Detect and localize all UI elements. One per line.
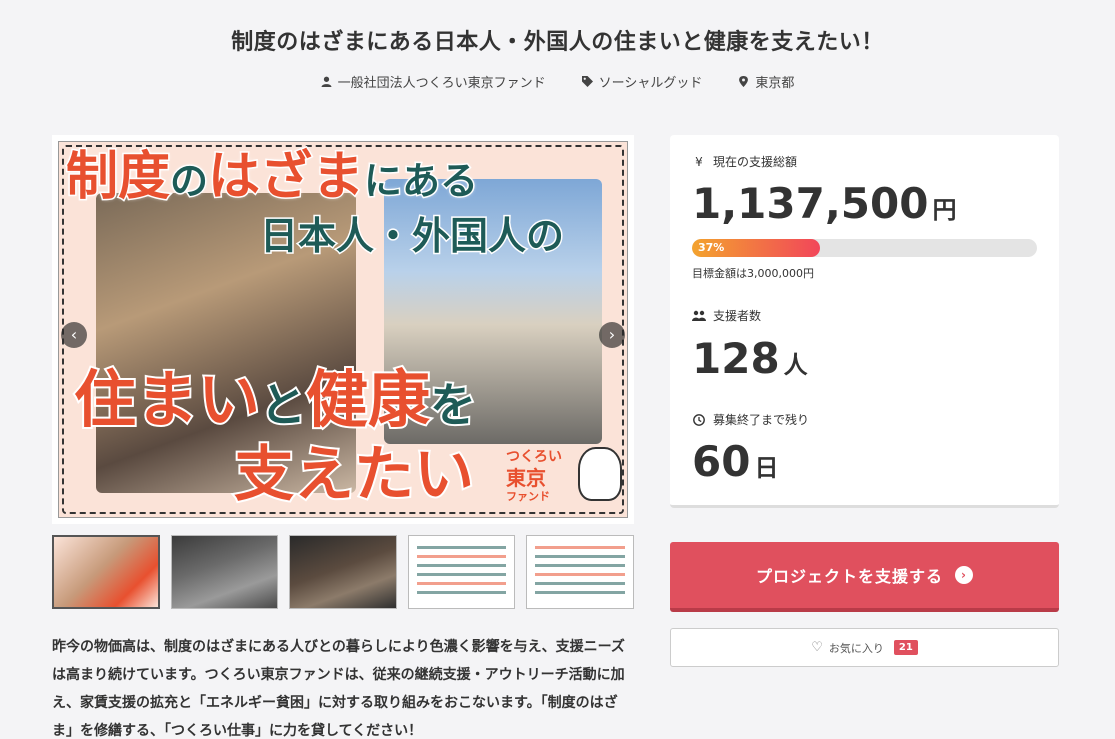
carousel-prev-button[interactable]: ‹ — [61, 322, 87, 348]
clock-icon — [693, 413, 705, 426]
funding-progress-fill: 37% — [692, 239, 820, 257]
project-description: 昨今の物価高は、制度のはざまにある人びとの暮らしにより色濃く影響を与え、支援ニー… — [52, 639, 625, 739]
cat-mascot-icon — [578, 447, 622, 501]
chevron-right-icon: › — [608, 325, 616, 344]
heart-icon: ♡ — [811, 640, 823, 655]
tag-icon — [581, 76, 593, 87]
carousel-next-button[interactable]: › — [599, 322, 625, 348]
organization-link[interactable]: 一般社団法人つくろい東京ファンド — [338, 72, 546, 91]
favorite-button[interactable]: ♡ お気に入り 21 — [670, 628, 1059, 667]
users-icon — [692, 310, 706, 321]
map-pin-icon — [739, 76, 749, 87]
yen-icon: ¥ — [695, 154, 703, 169]
thumbnail-strip — [52, 535, 634, 609]
remaining-value: 60 日 — [692, 437, 779, 486]
thumbnail-5[interactable] — [526, 535, 634, 609]
remaining-label: 募集終了まで残り — [692, 411, 809, 428]
category-link[interactable]: ソーシャルグッド — [599, 72, 703, 91]
funding-progress-bar: 37% — [692, 239, 1037, 257]
favorite-label: お気に入り — [828, 641, 884, 655]
hero-headline-line2: 日本人・外国人の — [258, 214, 565, 258]
goal-amount-text: 目標金額は3,000,000円 — [692, 267, 814, 280]
arrow-right-icon: › — [955, 566, 973, 584]
support-project-button[interactable]: プロジェクトを支援する › — [670, 542, 1059, 612]
thumbnail-2[interactable] — [170, 535, 279, 609]
chevron-left-icon: ‹ — [70, 325, 78, 344]
project-meta: 一般社団法人つくろい東京ファンド ソーシャルグッド 東京都 — [0, 72, 1115, 91]
meta-category[interactable]: ソーシャルグッド — [581, 72, 703, 91]
thumbnail-4[interactable] — [407, 535, 516, 609]
support-button-label: プロジェクトを支援する — [755, 567, 943, 586]
supporters-value: 128 人 — [692, 334, 808, 383]
favorite-count-badge: 21 — [893, 640, 918, 655]
location-link[interactable]: 東京都 — [755, 72, 794, 91]
hero-headline-line3: 住まいと健康を — [72, 363, 478, 436]
meta-organization[interactable]: 一般社団法人つくろい東京ファンド — [321, 72, 546, 91]
total-amount-label: ¥ 現在の支援総額 — [692, 153, 797, 170]
hero-headline-line4: 支えたい — [232, 440, 476, 510]
thumbnail-1[interactable] — [52, 535, 160, 609]
funding-stats-card: ¥ 現在の支援総額 1,137,500 円 37% 目標金額は3,000,000円… — [670, 135, 1059, 508]
user-icon — [321, 76, 332, 87]
hero-image-carousel[interactable]: 制度のはざまにある 日本人・外国人の 住まいと健康を 支えたい つくろい 東京 … — [52, 135, 634, 524]
meta-location[interactable]: 東京都 — [738, 72, 794, 91]
supporters-label: 支援者数 — [692, 307, 761, 324]
total-amount-value: 1,137,500 円 — [692, 179, 957, 228]
thumbnail-3[interactable] — [289, 535, 397, 609]
hero-headline-line1: 制度のはざまにある — [64, 147, 479, 207]
page-title: 制度のはざまにある日本人・外国人の住まいと健康を支えたい！ — [231, 30, 884, 55]
